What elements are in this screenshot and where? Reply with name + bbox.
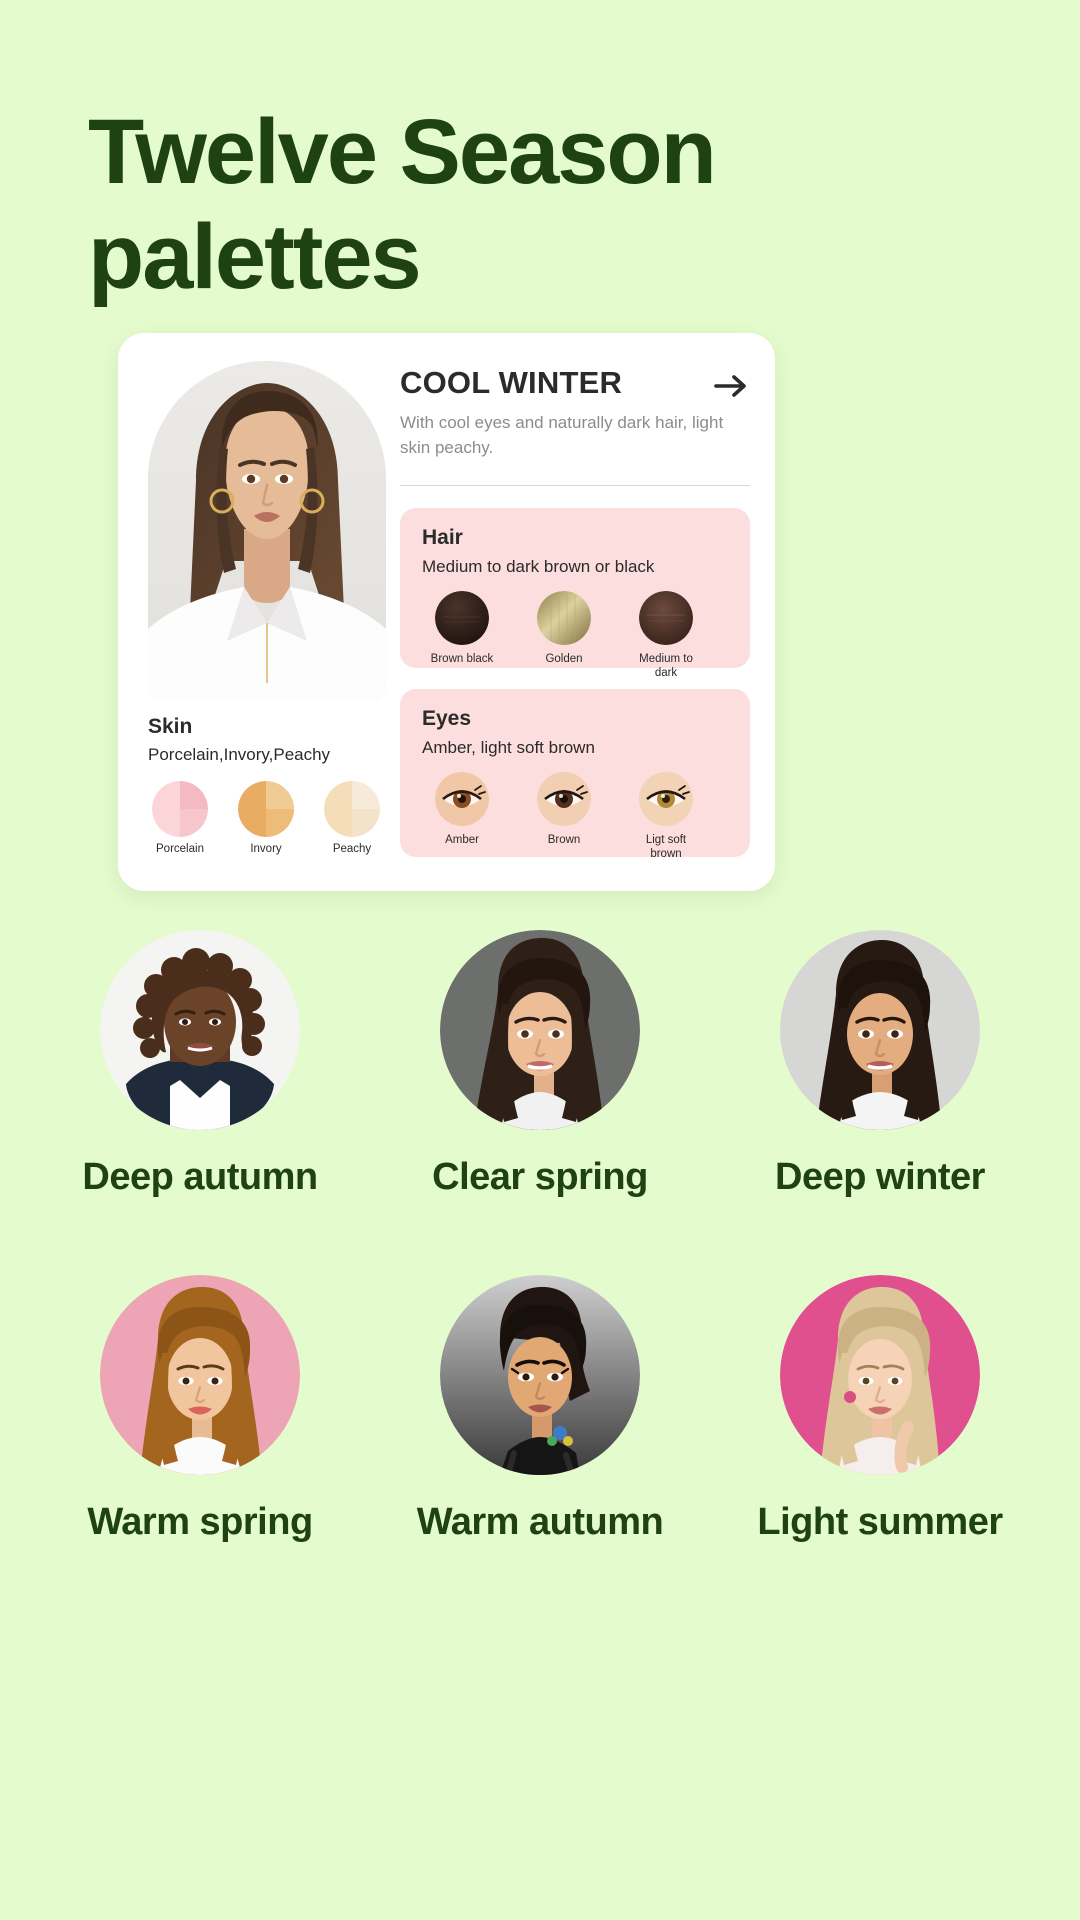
hair-swatch[interactable]: Medium to dark xyxy=(630,591,702,681)
season-label: Clear spring xyxy=(432,1156,648,1198)
skin-swatch-row: Porcelain Invory Peachy xyxy=(148,781,398,855)
avatar xyxy=(780,930,980,1130)
season-gallery: Deep autumn Clear spring Deep winter War… xyxy=(30,930,1050,1544)
skin-swatch[interactable]: Peachy xyxy=(320,781,384,855)
page-title-line-1: Twelve Season xyxy=(88,101,717,203)
season-label: Deep winter xyxy=(775,1156,985,1198)
skin-swatch-label: Porcelain xyxy=(156,843,204,855)
eye-swatch[interactable]: Brown xyxy=(528,772,600,862)
avatar xyxy=(440,930,640,1130)
season-card-warm-autumn[interactable]: Warm autumn xyxy=(370,1275,710,1544)
season-detail-card[interactable]: COOL WINTER With cool eyes and naturally… xyxy=(118,333,775,891)
eye-swatch[interactable]: Amber xyxy=(426,772,498,862)
avatar xyxy=(100,1275,300,1475)
hair-swatch[interactable]: Brown black xyxy=(426,591,498,681)
season-label: Deep autumn xyxy=(82,1156,318,1198)
skin-swatch-color xyxy=(152,781,208,837)
skin-swatch-label: Invory xyxy=(250,843,282,855)
season-label: Light summer xyxy=(757,1501,1003,1543)
season-card-deep-winter[interactable]: Deep winter xyxy=(710,930,1050,1199)
skin-swatch-label: Peachy xyxy=(332,843,372,855)
season-card-deep-autumn[interactable]: Deep autumn xyxy=(30,930,370,1199)
arrow-right-icon[interactable] xyxy=(712,371,750,401)
skin-swatch-color xyxy=(238,781,294,837)
hair-swatch-color xyxy=(537,591,591,645)
card-header: COOL WINTER With cool eyes and naturally… xyxy=(400,365,750,460)
eye-swatch-label: Ligt soft brown xyxy=(645,834,687,861)
season-card-light-summer[interactable]: Light summer xyxy=(710,1275,1050,1544)
hair-panel: Hair Medium to dark brown or black Brown… xyxy=(400,508,750,679)
model-portrait-image xyxy=(148,361,386,701)
eyes-title: Eyes xyxy=(422,707,472,730)
avatar xyxy=(780,1275,980,1475)
header-divider xyxy=(400,485,750,486)
skin-swatch[interactable]: Porcelain xyxy=(148,781,212,855)
eye-swatch-image xyxy=(639,772,693,826)
eye-swatch-image xyxy=(435,772,489,826)
skin-subtitle: Porcelain,Invory,Peachy xyxy=(148,745,331,764)
hair-subtitle: Medium to dark brown or black xyxy=(422,557,655,576)
season-row-1: Deep autumn Clear spring Deep winter xyxy=(30,930,1050,1199)
eye-swatch-image xyxy=(537,772,591,826)
skin-swatch-color xyxy=(324,781,380,837)
skin-title: Skin xyxy=(148,715,193,738)
season-label: Warm autumn xyxy=(416,1501,664,1543)
eye-swatch[interactable]: Ligt soft brown xyxy=(630,772,702,862)
hair-swatch[interactable]: Golden xyxy=(528,591,600,681)
hair-swatch-color xyxy=(639,591,693,645)
eye-swatch-label: Amber xyxy=(445,834,479,846)
hair-title: Hair xyxy=(422,526,463,549)
season-row-2: Warm spring Warm autumn Light summer xyxy=(30,1275,1050,1544)
hair-swatch-label: Medium to dark xyxy=(639,653,693,680)
season-title: COOL WINTER xyxy=(400,365,623,400)
season-card-warm-spring[interactable]: Warm spring xyxy=(30,1275,370,1544)
page-title: Twelve Season palettes xyxy=(88,100,908,310)
avatar xyxy=(440,1275,640,1475)
hair-swatch-label: Golden xyxy=(545,653,583,665)
hair-swatch-label: Brown black xyxy=(430,653,494,665)
season-card-clear-spring[interactable]: Clear spring xyxy=(370,930,710,1199)
skin-swatch[interactable]: Invory xyxy=(234,781,298,855)
hair-swatch-color xyxy=(435,591,489,645)
eye-swatch-label: Brown xyxy=(547,834,581,846)
season-description: With cool eyes and naturally dark hair, … xyxy=(400,413,724,457)
season-label: Warm spring xyxy=(87,1501,313,1543)
eyes-panel: Eyes Amber, light soft brown Amber Brown… xyxy=(400,689,750,860)
hair-swatch-row: Brown black Golden Medium to dark xyxy=(422,591,730,681)
page-root: Twelve Season palettes COOL WINTER With … xyxy=(0,0,1080,1920)
eyes-subtitle: Amber, light soft brown xyxy=(422,738,595,757)
skin-section: Skin Porcelain,Invory,Peachy Porcelain I… xyxy=(148,715,398,855)
avatar xyxy=(100,930,300,1130)
page-title-line-2: palettes xyxy=(88,205,422,308)
eyes-swatch-row: Amber Brown Ligt soft brown xyxy=(422,772,730,862)
